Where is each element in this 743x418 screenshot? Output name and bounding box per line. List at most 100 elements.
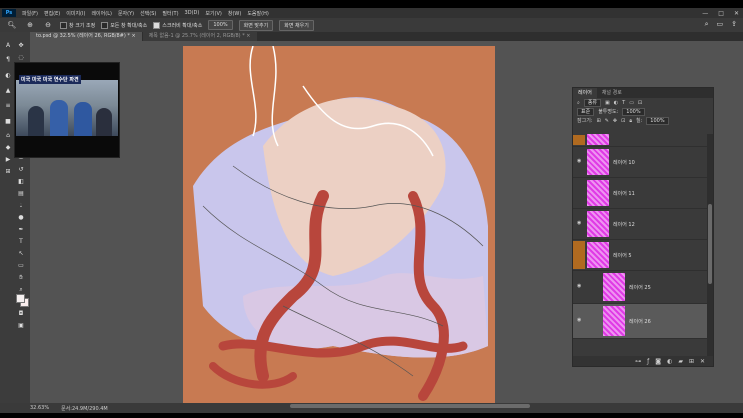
new-group-icon[interactable]: ▰ [678,358,683,365]
zoom-all-checkbox[interactable]: 모든 창 확대/축소 [101,21,147,29]
type-tool-icon[interactable]: T [16,238,26,246]
fill-screen-button[interactable]: 화면 채우기 [279,19,314,31]
menu-window[interactable]: 창(W) [228,10,241,17]
add-mask-icon[interactable]: ◙ [655,358,661,365]
tab-channels-paths[interactable]: 채널 경로 [597,88,627,98]
scrollbar-thumb[interactable] [708,204,712,284]
minimize-button[interactable]: — [702,10,708,17]
lock-all-icon[interactable]: 🔒︎ [629,118,632,124]
lock-pixels-icon[interactable]: ⊞ [597,118,601,124]
lock-image-icon[interactable]: ✎ [605,118,609,124]
blend-mode-select[interactable]: 표준 [577,107,595,116]
brush-settings-icon[interactable]: ▲ [3,87,13,95]
link-layers-icon[interactable]: ⊶ [635,358,641,365]
fit-screen-button[interactable]: 화면 맞추기 [238,19,274,31]
fx-icon[interactable]: ƒ [647,358,649,365]
screen-mode-icon[interactable]: ▣ [16,322,26,330]
menu-filter[interactable]: 필터(T) [162,10,178,17]
color-sampler-icon[interactable]: ◐ [3,72,13,80]
path-select-icon[interactable]: ↖ [16,250,26,258]
history-icon[interactable]: ◆ [3,144,13,152]
quick-mask-icon[interactable]: ◘ [16,310,26,318]
lock-position-icon[interactable]: ✥ [613,118,617,124]
layers-scrollbar[interactable] [707,134,713,356]
search-icon[interactable]: ⌕ [705,20,709,29]
menu-edit[interactable]: 편집(E) [44,10,60,17]
checkbox-box[interactable] [101,21,109,29]
play-action-icon[interactable]: ▶ [3,156,13,164]
layer-name[interactable]: 레이어 5 [613,252,632,259]
library-icon[interactable]: ⊞ [3,168,13,176]
filter-type-icon[interactable]: T [622,100,625,106]
opacity-input[interactable]: 100% [622,107,645,116]
menu-type[interactable]: 문자(Y) [118,10,134,17]
color-swatches[interactable] [16,294,29,307]
delete-layer-icon[interactable]: ✕ [700,358,705,365]
lock-artboard-icon[interactable]: ⊡ [621,118,625,124]
layer-row[interactable] [573,134,707,147]
zoom-level[interactable]: 32.63% [30,405,49,411]
layer-row[interactable]: 레이어 11 [573,178,707,209]
history-brush-icon[interactable]: ↺ [16,166,26,174]
menu-help[interactable]: 도움말(H) [247,10,268,17]
menu-select[interactable]: 선택(S) [140,10,156,17]
tab-layers[interactable]: 레이어 [573,88,597,98]
checkbox-box[interactable] [153,21,161,29]
horizontal-scrollbar[interactable] [290,404,530,408]
adjust-icon[interactable]: ≡ [3,102,13,110]
tab-close-icon[interactable]: × [246,33,250,39]
gradient-tool-icon[interactable]: ▤ [16,190,26,198]
paragraph-icon[interactable]: ¶ [3,56,13,64]
foreground-color[interactable] [16,294,25,303]
eraser-tool-icon[interactable]: ◧ [16,178,26,186]
layer-row[interactable]: 레이어 5 [573,240,707,271]
filter-adjust-icon[interactable]: ◐ [614,100,618,106]
rectangle-tool-icon[interactable]: ▭ [16,262,26,270]
hand-tool-icon[interactable]: ✋︎ [16,274,26,282]
layer-name[interactable]: 레이어 10 [613,159,635,166]
fit-windows-checkbox[interactable]: 창 크기 조정 [60,21,95,29]
menu-3d[interactable]: 3D(D) [185,10,200,16]
move-icon[interactable]: ✥ [16,42,26,50]
visibility-eye-icon[interactable]: ◉ [577,318,584,323]
workspace-icon[interactable]: ▭ [717,20,724,29]
menu-image[interactable]: 이미지(I) [66,10,85,17]
filter-pixel-icon[interactable]: ▣ [605,100,610,106]
lasso-tool-icon[interactable]: ◌ [16,54,26,62]
fill-input[interactable]: 100% [646,116,669,125]
zoom-100-button[interactable]: 100% [208,20,233,30]
swatch-icon[interactable]: ■ [3,118,13,126]
zoom-out-icon[interactable]: ⊖ [42,20,54,30]
checkbox-box[interactable] [60,21,67,29]
layer-row-selected[interactable]: ◉ 레이어 26 [573,304,707,339]
maximize-button[interactable]: □ [718,10,724,17]
pen-tool-icon[interactable]: ✒ [16,226,26,234]
adjustment-layer-icon[interactable]: ◐ [667,358,672,365]
tab-document-1[interactable]: to.psd @ 32.5% (레이어 26, RGB/8#) * × [30,32,142,41]
layer-row[interactable]: ◉ 레이어 12 [573,209,707,240]
move-tool-icon[interactable]: A [3,42,13,50]
layer-row[interactable]: ◉ 레이어 10 [573,147,707,178]
menu-file[interactable]: 파일(F) [22,10,38,17]
dodge-tool-icon[interactable]: ● [16,214,26,222]
layer-name[interactable]: 레이어 26 [629,318,651,325]
menu-view[interactable]: 보기(V) [205,10,222,17]
share-icon[interactable]: ⇪ [731,20,737,29]
layer-name[interactable]: 레이어 25 [629,284,651,291]
menu-layer[interactable]: 레이어(L) [91,10,112,17]
filter-shape-icon[interactable]: ▭ [629,100,634,106]
tab-close-icon[interactable]: × [131,33,135,39]
paths-icon[interactable]: ⌂ [3,132,13,140]
blur-tool-icon[interactable]: 💧︎ [16,202,26,210]
tab-document-2[interactable]: 제목 없음-1 @ 25.7% (레이어 2, RGB/8) * × [142,32,257,41]
close-button[interactable]: ✕ [734,10,739,17]
layer-row[interactable]: ◉ 레이어 25 [573,271,707,304]
scrubby-zoom-checkbox[interactable]: 스크러비 확대/축소 [153,21,202,29]
zoom-tool-side-icon[interactable]: ⌕ [16,286,26,294]
zoom-in-icon[interactable]: ⊕ [24,20,36,30]
visibility-eye-icon[interactable]: ◉ [577,284,584,289]
visibility-eye-icon[interactable]: ◉ [577,221,584,226]
zoom-tool-icon[interactable]: 🔍︎ [6,20,18,30]
new-layer-icon[interactable]: ⊞ [689,358,694,365]
filter-kind-select[interactable]: 종류 [583,98,602,107]
